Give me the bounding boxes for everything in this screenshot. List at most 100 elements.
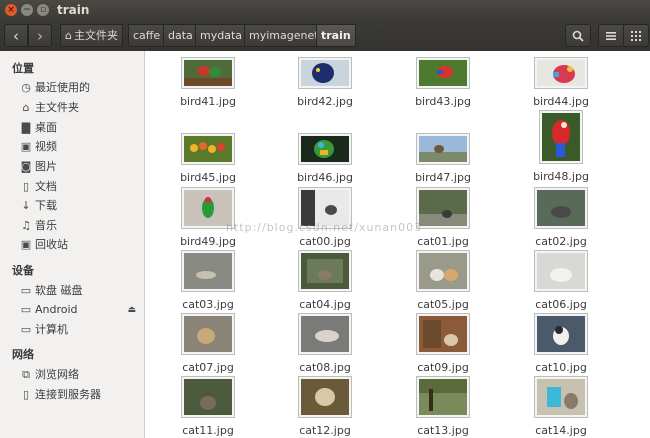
file-item[interactable]: cat09.jpg [401, 314, 485, 374]
home-icon: ⌂ [65, 29, 72, 42]
file-item[interactable]: bird49.jpg [166, 188, 250, 248]
file-item[interactable]: bird42.jpg [283, 58, 367, 108]
watermark: http://blog.csdn.net/xunan003 [226, 221, 423, 234]
breadcrumb-caffe[interactable]: caffe [128, 24, 166, 47]
sidebar-item-trash[interactable]: ▣ 回收站 [19, 236, 68, 254]
file-name: bird49.jpg [180, 235, 236, 248]
file-item[interactable]: cat04.jpg [283, 251, 367, 311]
file-name: cat14.jpg [535, 424, 587, 437]
music-icon: ♫ [21, 219, 31, 232]
chevron-left-icon: ‹ [13, 27, 19, 45]
sidebar-item-pictures[interactable]: ◙ 图片 [19, 158, 57, 176]
chevron-right-icon: › [37, 27, 43, 45]
search-icon [572, 30, 584, 42]
image-thumbnail [417, 188, 469, 228]
forward-button[interactable]: › [28, 24, 52, 47]
toolbar: ‹ › ⌂ 主文件夹 caffe data mydata myimagenet t… [0, 20, 650, 51]
file-item[interactable]: bird41.jpg [166, 58, 250, 108]
list-view-button[interactable] [598, 24, 624, 47]
folder-icon: ▇ [21, 121, 31, 134]
breadcrumb-train[interactable]: train [316, 24, 356, 47]
sidebar-item-music[interactable]: ♫ 音乐 [19, 217, 57, 235]
file-item[interactable]: bird43.jpg [401, 58, 485, 108]
sidebar-item-home[interactable]: ⌂ 主文件夹 [19, 99, 80, 117]
file-name: cat08.jpg [299, 361, 351, 374]
file-name: cat09.jpg [417, 361, 469, 374]
file-item[interactable]: cat00.jpg [283, 188, 367, 248]
file-item[interactable]: cat10.jpg [519, 314, 603, 374]
eject-icon[interactable]: ⏏ [127, 301, 136, 319]
drive-icon: ▭ [20, 284, 32, 297]
file-name: cat06.jpg [535, 298, 587, 311]
sidebar-item-videos[interactable]: ▣ 视频 [19, 138, 57, 156]
list-icon [606, 32, 616, 40]
search-button[interactable] [565, 24, 591, 47]
file-item[interactable]: cat03.jpg [166, 251, 250, 311]
minimize-window-button[interactable]: − [21, 4, 33, 16]
image-thumbnail [299, 314, 351, 354]
file-item[interactable]: bird44.jpg [519, 58, 603, 108]
close-window-button[interactable]: × [5, 4, 17, 16]
file-item[interactable]: cat02.jpg [519, 188, 603, 248]
file-name: cat02.jpg [535, 235, 587, 248]
file-grid: bird41.jpg bird42.jpg bird43.jpg bird44.… [146, 51, 650, 438]
file-item[interactable]: bird46.jpg [283, 134, 367, 184]
file-name: cat13.jpg [417, 424, 469, 437]
image-thumbnail [182, 58, 234, 88]
file-item[interactable]: cat05.jpg [401, 251, 485, 311]
sidebar-item-connect-server[interactable]: ▯ 连接到服务器 [19, 386, 101, 404]
trash-icon: ▣ [20, 238, 32, 251]
breadcrumb-data[interactable]: data [163, 24, 198, 47]
breadcrumb-myimagenet[interactable]: myimagenet [244, 24, 324, 47]
sidebar-item-floppy[interactable]: ▭ 软盘 磁盘 [19, 282, 83, 300]
image-thumbnail [417, 251, 469, 291]
file-item[interactable]: bird47.jpg [401, 134, 485, 184]
file-name: cat05.jpg [417, 298, 469, 311]
maximize-window-button[interactable]: ▫ [37, 4, 49, 16]
image-thumbnail [417, 134, 469, 164]
image-thumbnail [299, 377, 351, 417]
back-button[interactable]: ‹ [4, 24, 28, 47]
file-item[interactable]: bird45.jpg [166, 134, 250, 184]
sidebar-item-desktop[interactable]: ▇ 桌面 [19, 119, 57, 137]
file-name: cat01.jpg [417, 235, 469, 248]
file-item[interactable]: cat08.jpg [283, 314, 367, 374]
section-devices: 设备 [12, 264, 34, 277]
sidebar-item-downloads[interactable]: ↓ 下载 [19, 197, 57, 215]
file-item[interactable]: cat13.jpg [401, 377, 485, 437]
file-item[interactable]: cat01.jpg [401, 188, 485, 248]
file-item[interactable]: cat06.jpg [519, 251, 603, 311]
clock-icon: ◷ [21, 81, 31, 94]
sidebar-item-recent[interactable]: ◷ 最近使用的 [19, 79, 90, 97]
image-thumbnail [535, 58, 587, 88]
file-item[interactable]: cat14.jpg [519, 377, 603, 437]
image-thumbnail [182, 377, 234, 417]
file-name: cat12.jpg [299, 424, 351, 437]
image-thumbnail [417, 58, 469, 88]
sidebar-item-android[interactable]: ▭ Android ⏏ [19, 301, 144, 319]
file-name: bird43.jpg [415, 95, 471, 108]
file-name: cat00.jpg [299, 235, 351, 248]
grid-view-button[interactable] [623, 24, 649, 47]
breadcrumb-mydata[interactable]: mydata [195, 24, 248, 47]
file-name: bird46.jpg [297, 171, 353, 184]
file-item[interactable]: cat11.jpg [166, 377, 250, 437]
image-thumbnail [299, 251, 351, 291]
network-icon: ⧉ [22, 368, 30, 381]
sidebar-item-browse-network[interactable]: ⧉ 浏览网络 [19, 366, 79, 384]
file-item[interactable]: cat07.jpg [166, 314, 250, 374]
file-item[interactable]: cat12.jpg [283, 377, 367, 437]
video-icon: ▣ [20, 140, 32, 153]
image-thumbnail [540, 111, 582, 163]
image-thumbnail [535, 377, 587, 417]
sidebar-item-computer[interactable]: ▭ 计算机 [19, 321, 68, 339]
file-name: bird41.jpg [180, 95, 236, 108]
section-network: 网络 [12, 348, 34, 361]
file-name: bird42.jpg [297, 95, 353, 108]
title-bar: × − ▫ train [0, 0, 650, 20]
sidebar-item-documents[interactable]: ▯ 文档 [19, 178, 57, 196]
breadcrumb-home[interactable]: ⌂ 主文件夹 [60, 24, 123, 47]
file-name: bird45.jpg [180, 171, 236, 184]
download-icon: ↓ [21, 199, 31, 212]
file-item[interactable]: bird48.jpg [519, 111, 603, 183]
